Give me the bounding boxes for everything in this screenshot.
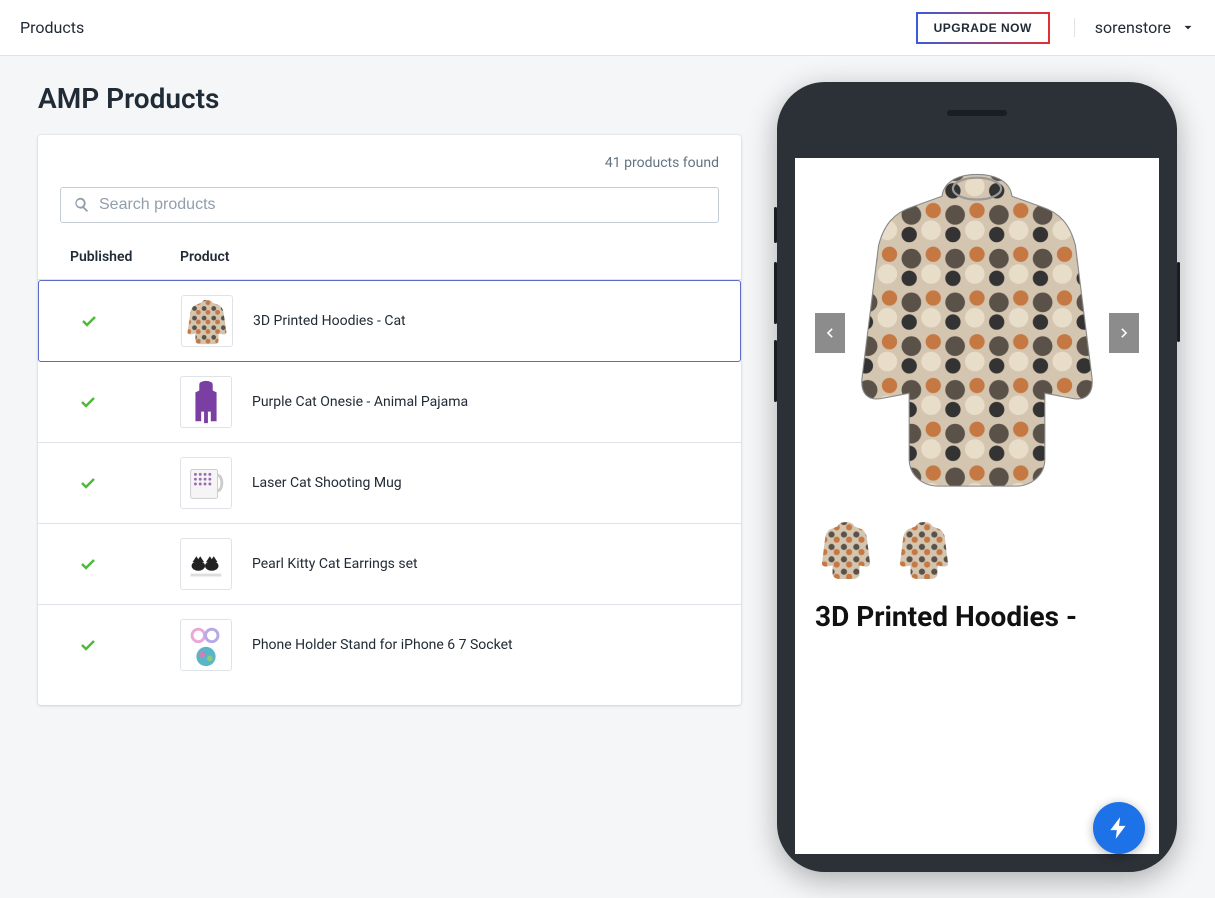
store-selector[interactable]: sorenstore bbox=[1074, 18, 1195, 37]
search-input[interactable] bbox=[60, 187, 719, 223]
upgrade-button[interactable]: UPGRADE NOW bbox=[916, 12, 1050, 44]
phone-screen: 3D Printed Hoodies - bbox=[795, 158, 1159, 854]
product-thumbnail bbox=[181, 295, 233, 347]
prev-image-button[interactable] bbox=[815, 313, 845, 353]
page-title: AMP Products bbox=[38, 82, 741, 115]
product-name: Pearl Kitty Cat Earrings set bbox=[252, 556, 418, 572]
table-row[interactable]: Purple Cat Onesie - Animal Pajama bbox=[38, 362, 741, 443]
col-published: Published bbox=[60, 249, 180, 265]
check-icon bbox=[78, 635, 98, 655]
store-name: sorenstore bbox=[1095, 18, 1171, 37]
table-row[interactable]: Pearl Kitty Cat Earrings set bbox=[38, 524, 741, 605]
product-name: Laser Cat Shooting Mug bbox=[252, 475, 402, 491]
check-icon bbox=[78, 473, 98, 493]
table-row[interactable]: 3D Printed Hoodies - Cat bbox=[38, 280, 741, 362]
published-cell bbox=[60, 554, 180, 574]
published-cell bbox=[60, 635, 180, 655]
product-thumbnail bbox=[180, 376, 232, 428]
preview-main-image bbox=[795, 158, 1159, 508]
search-field[interactable] bbox=[99, 196, 706, 214]
products-card: 41 products found Published Product 3D P… bbox=[38, 135, 741, 705]
product-image-sweater bbox=[795, 158, 1159, 508]
preview-thumbnails bbox=[795, 508, 1159, 590]
header-title: Products bbox=[20, 18, 84, 37]
search-icon bbox=[73, 196, 91, 214]
published-cell bbox=[61, 311, 181, 331]
check-icon bbox=[79, 311, 99, 331]
header-right: UPGRADE NOW sorenstore bbox=[916, 12, 1195, 44]
amp-fab-button[interactable] bbox=[1093, 802, 1145, 854]
arrow-right-icon bbox=[1116, 325, 1132, 341]
product-thumbnail bbox=[180, 619, 232, 671]
preview-title: 3D Printed Hoodies - bbox=[795, 590, 1159, 633]
product-name: 3D Printed Hoodies - Cat bbox=[253, 313, 406, 329]
products-count: 41 products found bbox=[38, 155, 741, 187]
product-thumbnail bbox=[180, 457, 232, 509]
table-header: Published Product bbox=[38, 235, 741, 280]
table-row[interactable]: Phone Holder Stand for iPhone 6 7 Socket bbox=[38, 605, 741, 685]
preview-thumb-1[interactable] bbox=[815, 518, 877, 580]
product-thumbnail bbox=[180, 538, 232, 590]
product-name: Purple Cat Onesie - Animal Pajama bbox=[252, 394, 468, 410]
lightning-icon bbox=[1106, 815, 1132, 841]
preview-thumb-2[interactable] bbox=[893, 518, 955, 580]
published-cell bbox=[60, 392, 180, 412]
check-icon bbox=[78, 392, 98, 412]
product-name: Phone Holder Stand for iPhone 6 7 Socket bbox=[252, 637, 513, 653]
chevron-down-icon bbox=[1181, 21, 1195, 35]
next-image-button[interactable] bbox=[1109, 313, 1139, 353]
published-cell bbox=[60, 473, 180, 493]
col-product: Product bbox=[180, 249, 719, 265]
header: Products UPGRADE NOW sorenstore bbox=[0, 0, 1215, 56]
table-row[interactable]: Laser Cat Shooting Mug bbox=[38, 443, 741, 524]
arrow-left-icon bbox=[822, 325, 838, 341]
phone-preview: 3D Printed Hoodies - bbox=[777, 82, 1177, 872]
check-icon bbox=[78, 554, 98, 574]
